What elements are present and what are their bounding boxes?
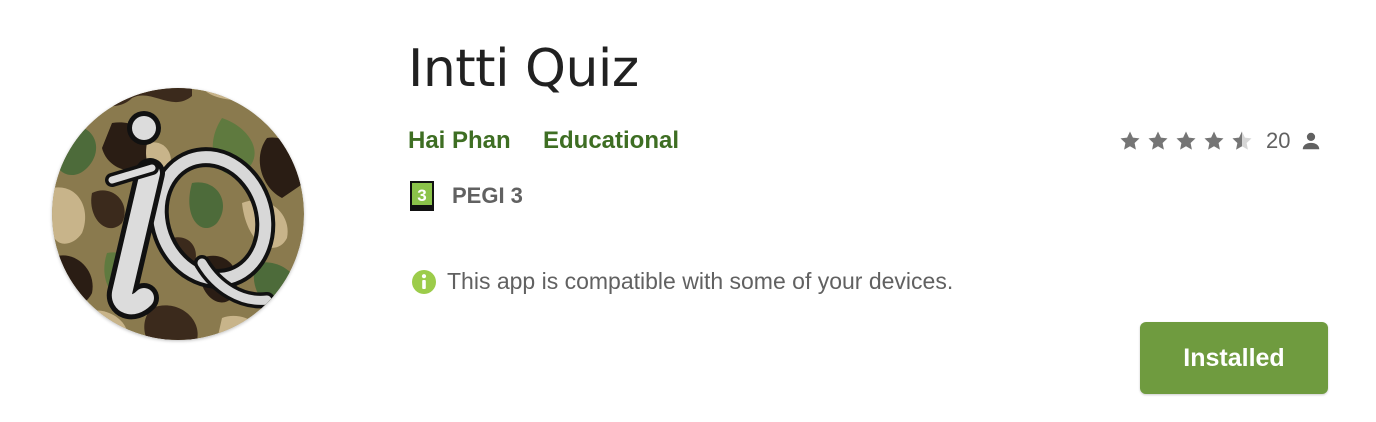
rating-summary: 20 <box>1118 124 1322 158</box>
developer-link[interactable]: Hai Phan <box>408 126 511 156</box>
compatibility-notice: This app is compatible with some of your… <box>411 268 953 295</box>
installed-button[interactable]: Installed <box>1140 322 1328 394</box>
rating-count: 20 <box>1266 128 1291 153</box>
category-link[interactable]: Educational <box>543 126 679 156</box>
star-rating <box>1118 129 1258 153</box>
app-icon <box>52 88 304 340</box>
info-icon <box>412 269 436 294</box>
pegi-badge-icon: 3 <box>410 181 434 211</box>
content-rating: 3 PEGI 3 <box>410 181 523 211</box>
compatibility-message: This app is compatible with some of your… <box>447 268 954 294</box>
star-icon <box>1120 131 1140 150</box>
pegi-badge-value: 3 <box>417 186 426 205</box>
app-details-header: Intti Quiz Hai Phan Educational 20 3 PEG… <box>0 0 1376 422</box>
pegi-label: PEGI 3 <box>452 183 523 208</box>
person-icon <box>1303 132 1320 150</box>
camo-iq-logo-icon <box>52 88 304 340</box>
star-half-icon <box>1232 131 1252 150</box>
star-icon <box>1204 131 1224 150</box>
star-icon <box>1176 131 1196 150</box>
app-title: Intti Quiz <box>408 39 639 99</box>
star-icon <box>1148 131 1168 150</box>
